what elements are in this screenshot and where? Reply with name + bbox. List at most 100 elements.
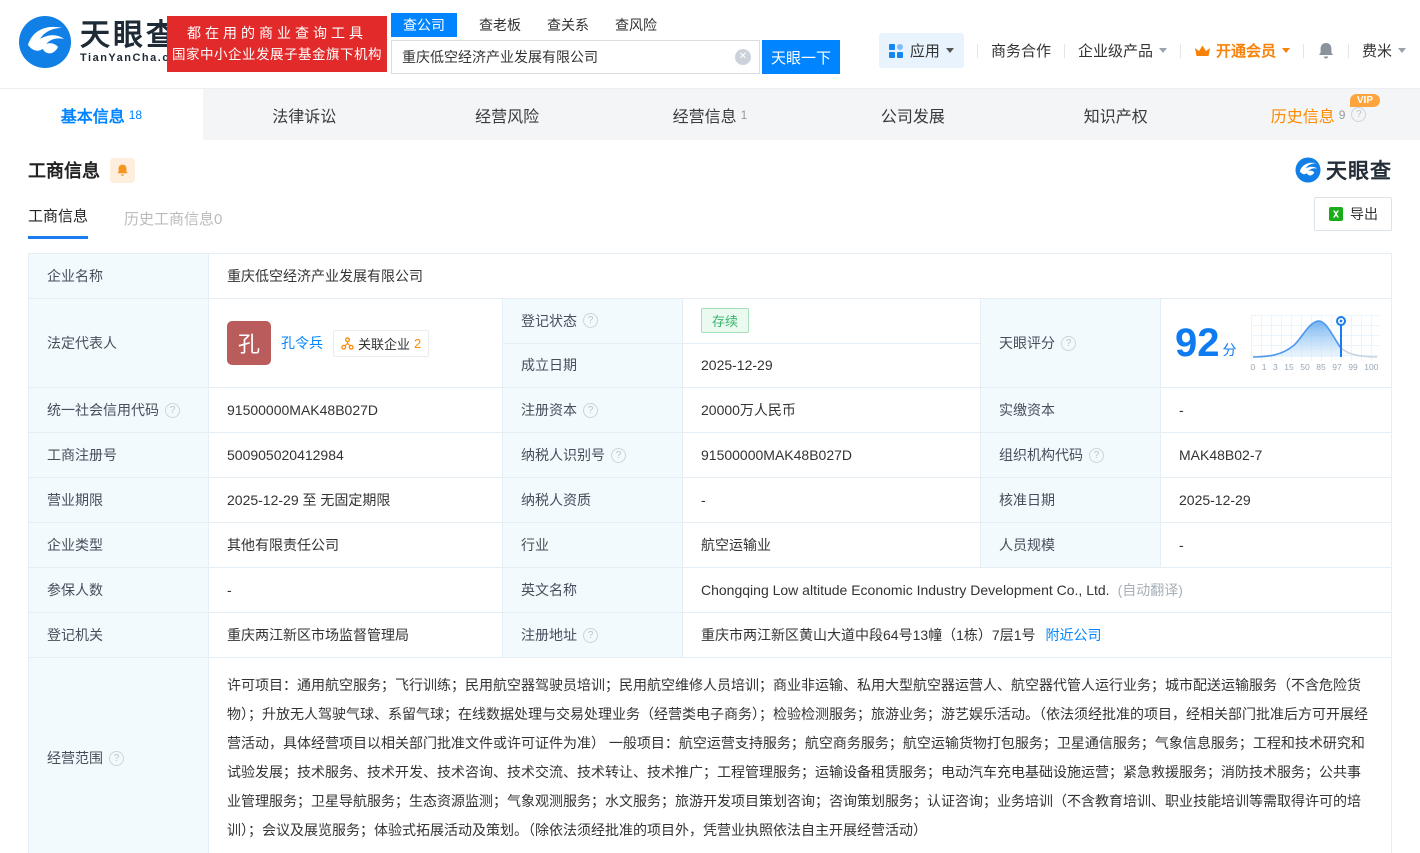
search-tab-relation[interactable]: 查关系 [547, 15, 589, 35]
tab-operation-risk[interactable]: 经营风险 [406, 89, 609, 140]
field-label: 企业名称 [29, 254, 209, 298]
table-row: 企业类型 其他有限责任公司 行业 航空运输业 人员规模 - [29, 523, 1391, 568]
tab-count: 18 [128, 107, 143, 122]
field-label: 纳税人识别号 [503, 433, 683, 477]
org-code-value: MAK48B02-7 [1179, 447, 1263, 463]
establish-date-value: 2025-12-29 [701, 357, 773, 374]
table-row: 营业期限 2025-12-29 至 无固定期限 纳税人资质 - 核准日期 202… [29, 478, 1391, 523]
org-network-icon [341, 336, 354, 350]
search-tab-company[interactable]: 查公司 [391, 13, 457, 37]
reg-authority-value: 重庆两江新区市场监督管理局 [209, 613, 503, 657]
help-icon[interactable] [109, 750, 124, 766]
tianyancha-logo[interactable]: 天眼查 TianYanCha.com [18, 15, 189, 69]
status-badge: 存续 [701, 308, 750, 334]
reg-address-value: 重庆市两江新区黄山大道中段64号13幢（1栋）7层1号 附近公司 [701, 625, 1102, 645]
slogan-line1: 都在用的商业查询工具 [187, 25, 367, 41]
search-tab-risk[interactable]: 查风险 [615, 15, 657, 35]
field-label: 参保人数 [29, 568, 209, 612]
search-tab-boss[interactable]: 查老板 [479, 15, 521, 35]
clear-search-icon[interactable] [735, 49, 751, 65]
search-button[interactable]: 天眼一下 [762, 40, 840, 74]
table-row: 工商注册号 500905020412984 纳税人识别号 91500000MAK… [29, 433, 1391, 478]
nav-enterprise-products[interactable]: 企业级产品 [1078, 40, 1167, 61]
help-icon[interactable] [1089, 447, 1104, 463]
tab-legal-litigation[interactable]: 法律诉讼 [203, 89, 406, 140]
field-label: 行业 [503, 523, 683, 567]
divider [1179, 43, 1181, 58]
tab-operation-info[interactable]: 经营信息 1 [609, 89, 812, 140]
staff-size-value: - [1179, 537, 1184, 553]
field-label: 登记机关 [29, 613, 209, 657]
divider [1063, 43, 1065, 58]
export-button[interactable]: 导出 [1314, 197, 1392, 231]
subtab-bar: 工商信息 历史工商信息0 导出 [28, 197, 1392, 239]
help-icon[interactable] [583, 627, 598, 643]
tab-count: 9 [1338, 107, 1346, 122]
taxpayer-id-value: 91500000MAK48B027D [683, 433, 981, 477]
top-navigation: 应用 商务合作 企业级产品 开通会员 费米 [878, 33, 1406, 68]
tab-count: 1 [740, 107, 748, 122]
field-label: 登记状态 [503, 299, 683, 343]
field-label: 英文名称 [503, 568, 683, 612]
tab-basic-info[interactable]: 基本信息 18 [0, 89, 203, 140]
header: 天眼查 TianYanCha.com 都在用的商业查询工具 国家中小企业发展子基… [0, 0, 1420, 88]
company-type-value: 其他有限责任公司 [209, 523, 503, 567]
help-icon[interactable] [1061, 335, 1076, 351]
avatar[interactable]: 孔 [227, 321, 271, 365]
divider [976, 43, 978, 58]
nav-user-menu[interactable]: 费米 [1362, 40, 1406, 61]
subtab-business-info[interactable]: 工商信息 [28, 205, 89, 239]
monitor-bell-icon[interactable] [110, 157, 135, 183]
help-icon[interactable] [165, 402, 180, 418]
score-chart-ticks: 01 3 15 50 85 97 99 100 [1250, 361, 1379, 372]
business-info-section: 工商信息 天眼查 工商信息 历史工商信息0 导出 企业名称 重庆低空经济产业发展… [0, 140, 1420, 853]
business-info-table: 企业名称 重庆低空经济产业发展有限公司 法定代表人 孔 孔令兵 关联企业 2 登… [28, 253, 1392, 853]
nearby-companies-link[interactable]: 附近公司 [1046, 625, 1102, 645]
auto-translate-note: (自动翻译) [1117, 582, 1183, 598]
field-label: 人员规模 [981, 523, 1161, 567]
reg-number-value: 500905020412984 [209, 433, 503, 477]
tab-intellectual-property[interactable]: 知识产权 [1014, 89, 1217, 140]
help-icon[interactable] [583, 402, 598, 418]
field-label: 统一社会信用代码 [29, 388, 209, 432]
apps-grid-icon [888, 43, 903, 58]
business-term-value: 2025-12-29 至 无固定期限 [209, 478, 503, 522]
help-icon[interactable] [583, 313, 598, 329]
tab-history-info[interactable]: VIP 历史信息 9 [1217, 89, 1420, 140]
search-input[interactable] [391, 40, 760, 74]
score-cell: 92 分 0 1 3 15 50 85 97 99 100 [1161, 299, 1391, 387]
score-distribution-chart: 01 3 15 50 85 97 99 100 [1250, 314, 1379, 372]
tab-company-development[interactable]: 公司发展 [811, 89, 1014, 140]
chevron-down-icon [1398, 48, 1406, 53]
approval-date-value: 2025-12-29 [1179, 492, 1251, 508]
brand-slogan: 都在用的商业查询工具 国家中小企业发展子基金旗下机构 [167, 16, 387, 72]
table-row: 法定代表人 孔 孔令兵 关联企业 2 登记状态 ? 存续 成立日期 2025-1… [29, 299, 1391, 388]
nav-open-vip[interactable]: 开通会员 [1194, 40, 1290, 61]
help-icon[interactable] [1351, 107, 1367, 122]
notification-bell-icon[interactable] [1317, 41, 1335, 60]
table-row: 登记机关 重庆两江新区市场监督管理局 注册地址 重庆市两江新区黄山大道中段64号… [29, 613, 1391, 658]
taxpayer-quality-value: - [683, 478, 981, 522]
field-label: 营业期限 [29, 478, 209, 522]
paid-capital-value: - [1179, 402, 1184, 418]
field-label: 企业类型 [29, 523, 209, 567]
vip-badge: VIP [1349, 94, 1381, 107]
subtab-history-business-info[interactable]: 历史工商信息0 [124, 208, 222, 239]
table-row: 统一社会信用代码 91500000MAK48B027D 注册资本 20000万人… [29, 388, 1391, 433]
help-icon[interactable] [611, 447, 626, 463]
legal-rep-link[interactable]: 孔令兵 [281, 333, 323, 353]
nav-cooperation[interactable]: 商务合作 [991, 40, 1051, 61]
related-companies-badge[interactable]: 关联企业 2 [333, 329, 430, 357]
search-area: 查公司 查老板 查关系 查风险 天眼一下 [391, 12, 840, 74]
company-tab-bar: 基本信息 18 法律诉讼 经营风险 经营信息 1 公司发展 知识产权 VIP 历… [0, 88, 1420, 140]
crown-icon [1194, 45, 1210, 56]
excel-icon [1329, 207, 1343, 221]
field-label: 法定代表人 [29, 299, 209, 387]
field-label: 工商注册号 [29, 433, 209, 477]
apps-menu[interactable]: 应用 [878, 33, 964, 68]
english-name-value: Chongqing Low altitude Economic Industry… [701, 582, 1183, 598]
industry-value: 航空运输业 [683, 523, 981, 567]
field-label: 成立日期 [503, 343, 683, 387]
score-value: 92 [1175, 321, 1220, 365]
field-label: 经营范围 [29, 658, 209, 853]
